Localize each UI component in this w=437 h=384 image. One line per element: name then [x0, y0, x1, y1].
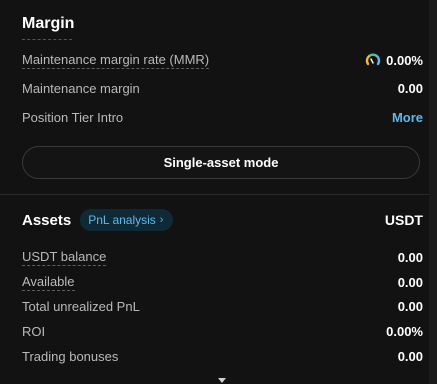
available-value: 0.00	[397, 274, 423, 290]
pnl-analysis-button[interactable]: PnL analysis ›	[80, 209, 174, 231]
mmr-value-group: 0.00%	[365, 52, 423, 68]
available-label[interactable]: Available	[22, 274, 75, 291]
trading-bonuses-label: Trading bonuses	[22, 348, 119, 364]
caret-down-icon[interactable]	[218, 378, 226, 383]
mmr-label[interactable]: Maintenance margin rate (MMR)	[22, 52, 210, 69]
maintenance-margin-value: 0.00	[397, 80, 423, 96]
unrealized-pnl-value: 0.00	[397, 298, 423, 314]
currency-label: USDT	[384, 212, 423, 228]
usdt-balance-row: USDT balance 0.00	[22, 247, 423, 267]
roi-row: ROI 0.00%	[22, 321, 423, 341]
trading-bonuses-value: 0.00	[397, 348, 423, 364]
unrealized-pnl-label: Total unrealized PnL	[22, 298, 140, 314]
assets-header: Assets PnL analysis › USDT	[22, 208, 423, 232]
chevron-right-icon: ›	[159, 214, 164, 226]
assets-title: Assets	[22, 211, 72, 229]
available-row: Available 0.00	[22, 272, 423, 292]
position-tier-row: Position Tier Intro More	[22, 107, 423, 127]
unrealized-pnl-row: Total unrealized PnL 0.00	[22, 296, 423, 316]
mmr-row: Maintenance margin rate (MMR) 0.00%	[22, 50, 423, 70]
maintenance-margin-label: Maintenance margin	[22, 80, 140, 96]
usdt-balance-label[interactable]: USDT balance	[22, 249, 107, 266]
margin-title: Margin	[22, 15, 75, 32]
usdt-balance-value: 0.00	[397, 249, 423, 265]
margin-assets-panel: Margin Maintenance margin rate (MMR) 0.0…	[0, 0, 437, 384]
roi-label: ROI	[22, 323, 46, 339]
assets-section: Assets PnL analysis › USDT USDT balance …	[0, 195, 437, 384]
margin-section: Margin Maintenance margin rate (MMR) 0.0…	[0, 0, 437, 194]
maintenance-margin-row: Maintenance margin 0.00	[22, 78, 423, 98]
position-tier-more-link[interactable]: More	[392, 110, 423, 125]
roi-value: 0.00%	[386, 323, 423, 339]
pnl-analysis-label: PnL analysis	[88, 213, 156, 227]
mmr-gauge-icon	[365, 53, 381, 66]
single-asset-mode-button[interactable]: Single-asset mode	[22, 146, 420, 179]
trading-bonuses-row: Trading bonuses 0.00	[22, 346, 423, 366]
assets-header-left: Assets PnL analysis ›	[22, 209, 174, 231]
right-edge-strip	[429, 0, 437, 384]
position-tier-label: Position Tier Intro	[22, 109, 124, 125]
mmr-value: 0.00%	[386, 52, 423, 68]
margin-title-underline	[22, 38, 72, 40]
